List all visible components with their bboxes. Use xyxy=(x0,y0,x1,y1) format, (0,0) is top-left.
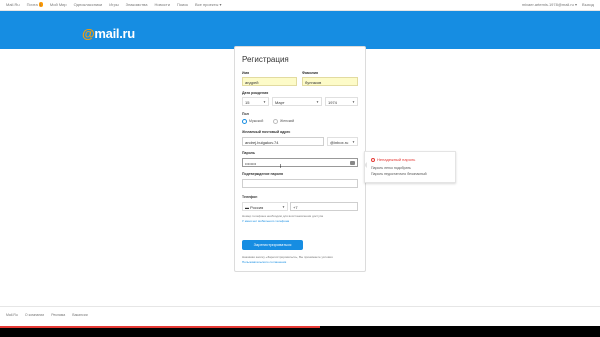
top-nav: Mail.Ru Почта 1 Мой Мир Одноклассники Игр… xyxy=(6,0,221,10)
chevron-down-icon: ▼ xyxy=(352,100,355,104)
account-email[interactable]: mixaer.artemis.1978@mail.ru ▾ xyxy=(522,0,577,10)
birth-year-select[interactable]: 1974 ▼ xyxy=(325,97,358,106)
text-cursor-icon: I xyxy=(280,164,282,170)
registration-form: Регистрация Имя андрей Фамилия булгаков … xyxy=(234,46,366,272)
last-name-label: Фамилия xyxy=(302,71,319,75)
confirm-password-input[interactable] xyxy=(242,179,358,188)
birth-day-value: 15 xyxy=(245,100,250,105)
chevron-down-icon: ▼ xyxy=(263,100,266,104)
phone-input[interactable]: +7 xyxy=(290,202,358,211)
first-name-label: Имя xyxy=(242,71,250,75)
email-domain-value: @inbox.ru xyxy=(330,140,349,145)
chevron-down-icon: ▼ xyxy=(352,140,355,144)
progress-fill xyxy=(0,326,320,328)
footer-about[interactable]: О компании xyxy=(25,313,44,317)
gender-female-radio[interactable]: Женский xyxy=(273,118,294,124)
email-label: Желаемый почтовый адрес xyxy=(242,130,291,134)
warning-icon xyxy=(371,157,375,162)
nav-mailru[interactable]: Mail.Ru xyxy=(6,0,20,10)
page-title: Регистрация xyxy=(242,55,289,64)
logo-at: @ xyxy=(82,26,95,41)
eye-icon[interactable] xyxy=(350,161,355,165)
register-button[interactable]: Зарегистрироваться xyxy=(242,240,303,250)
last-name-input[interactable]: булгаков xyxy=(302,77,358,86)
nav-news[interactable]: Новости xyxy=(154,0,169,10)
terms-text: Нажимая кнопку «Зарегистрироваться», Вы … xyxy=(242,255,354,264)
popover-line-2: Пароль недостаточно безопасный xyxy=(371,172,427,176)
gender-female-label: Женский xyxy=(280,119,295,123)
popover-title: Ненадежный пароль xyxy=(371,157,415,162)
logo-text: mail.ru xyxy=(94,26,135,41)
password-label: Пароль xyxy=(242,151,256,155)
nav-search[interactable]: Поиск xyxy=(177,0,188,10)
phone-label: Телефон xyxy=(242,195,258,199)
radio-checked-icon xyxy=(242,118,247,124)
account-area: mixaer.artemis.1978@mail.ru ▾ Выход xyxy=(522,0,594,10)
email-domain-select[interactable]: @inbox.ru ▼ xyxy=(327,137,358,146)
chevron-down-icon: ▼ xyxy=(282,205,285,209)
nav-all-projects[interactable]: Все проекты ▾ xyxy=(195,0,221,10)
gender-label: Пол xyxy=(242,112,249,116)
birth-month-select[interactable]: Март ▼ xyxy=(272,97,322,106)
page: Mail.Ru Почта 1 Мой Мир Одноклассники Игр… xyxy=(0,0,600,337)
first-name-input[interactable]: андрей xyxy=(242,77,297,86)
nav-games[interactable]: Игры xyxy=(109,0,118,10)
footer-mailru[interactable]: Mail.Ru xyxy=(6,313,18,317)
footer: Mail.Ru О компании Реклама Вакансии xyxy=(0,306,600,327)
gender-male-radio[interactable]: Мужской xyxy=(242,118,263,124)
popover-line-1: Пароль легко подобрать xyxy=(371,166,411,170)
no-phone-link[interactable]: У меня нет мобильного телефона xyxy=(242,219,289,223)
footer-links: Mail.Ru О компании Реклама Вакансии xyxy=(6,313,88,317)
chevron-down-icon: ▼ xyxy=(316,100,319,104)
phone-hint: Номер телефона необходим для восстановле… xyxy=(242,214,324,218)
video-progress-bar xyxy=(0,326,600,337)
confirm-password-label: Подтверждение пароля xyxy=(242,172,284,176)
nav-ok[interactable]: Одноклассники xyxy=(74,0,103,10)
mail-badge: 1 xyxy=(38,2,43,7)
email-input[interactable]: andrej.bulgakov.74 xyxy=(242,137,324,146)
nav-dating[interactable]: Знакомства xyxy=(126,0,148,10)
birth-day-select[interactable]: 15 ▼ xyxy=(242,97,269,106)
birth-date-label: Дата рождения xyxy=(242,91,269,95)
mailru-logo[interactable]: @mail.ru xyxy=(82,26,135,41)
gender-male-label: Мужской xyxy=(249,119,264,123)
phone-country-value: Россия xyxy=(250,205,264,210)
phone-country-select[interactable]: ▬ Россия ▼ xyxy=(242,202,288,211)
terms-prefix: Нажимая кнопку «Зарегистрироваться», Вы … xyxy=(242,255,333,259)
footer-ads[interactable]: Реклама xyxy=(51,313,65,317)
nav-mail-label: Почта xyxy=(26,2,38,7)
birth-year-value: 1974 xyxy=(328,100,337,105)
terms-link[interactable]: Пользовательского соглашения xyxy=(242,260,286,264)
password-strength-popover: Ненадежный пароль Пароль легко подобрать… xyxy=(364,151,456,183)
footer-jobs[interactable]: Вакансии xyxy=(72,313,87,317)
password-value: •••••••• xyxy=(245,161,257,166)
logout-link[interactable]: Выход xyxy=(582,0,594,10)
nav-mail[interactable]: Почта 1 xyxy=(27,0,43,10)
birth-month-value: Март xyxy=(275,100,285,105)
password-input[interactable]: •••••••• xyxy=(242,158,358,167)
nav-myworld[interactable]: Мой Мир xyxy=(50,0,67,10)
radio-icon xyxy=(273,118,278,124)
popover-title-text: Ненадежный пароль xyxy=(377,157,416,162)
top-nav-bar: Mail.Ru Почта 1 Мой Мир Одноклассники Игр… xyxy=(0,0,600,11)
